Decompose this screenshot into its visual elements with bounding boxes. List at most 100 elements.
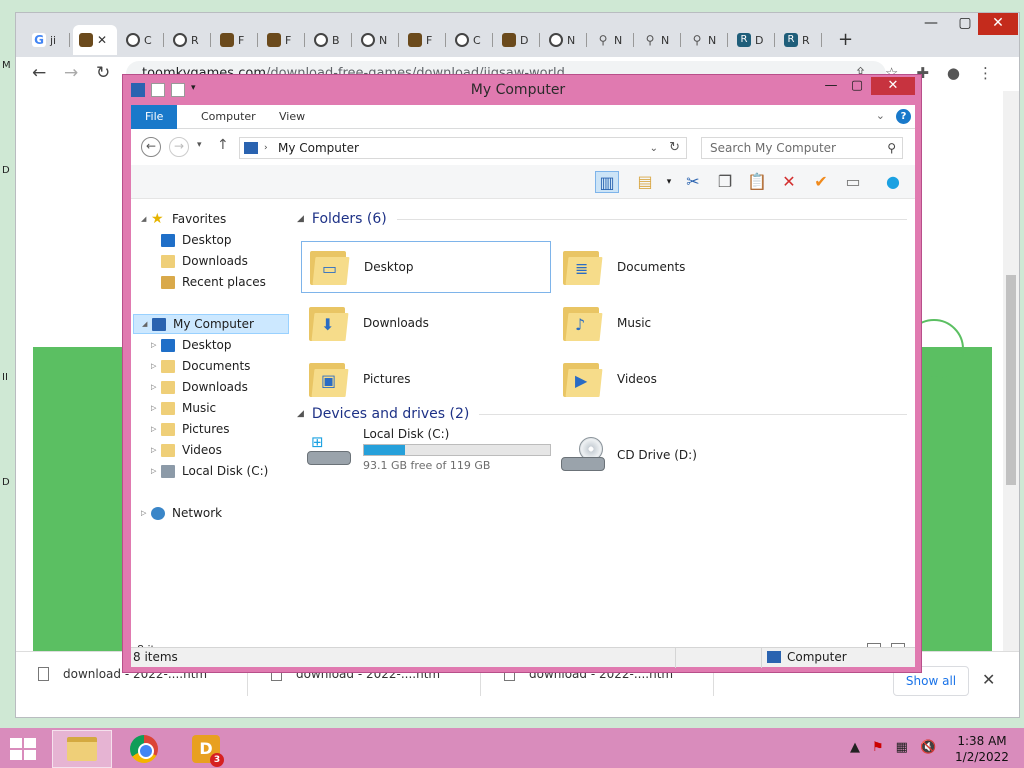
page-scrollbar[interactable] — [1003, 91, 1019, 651]
expand-triangle-icon[interactable]: ▷ — [151, 356, 161, 376]
expand-triangle-icon[interactable]: ▷ — [151, 419, 161, 439]
folder-tile[interactable]: ▭ Desktop — [301, 241, 551, 293]
profile-icon[interactable]: ● — [947, 64, 960, 82]
refresh-icon[interactable]: ↻ — [669, 138, 680, 158]
nav-computer-item[interactable]: ▷ Documents — [151, 356, 250, 376]
back-icon[interactable]: ← — [32, 63, 46, 83]
folder-tile[interactable]: ⬇ Downloads — [301, 297, 551, 349]
browser-tab[interactable]: B — [308, 25, 352, 55]
nav-computer-item[interactable]: ▷ Local Disk (C:) — [151, 461, 268, 481]
expand-triangle-icon[interactable]: ▷ — [151, 440, 161, 460]
expand-triangle-icon[interactable]: ▷ — [151, 335, 161, 355]
tab-file[interactable]: File — [131, 105, 178, 129]
recent-locations-icon[interactable]: ▾ — [197, 140, 202, 150]
delete-icon[interactable]: ✕ — [777, 171, 801, 193]
tab-computer[interactable]: Computer — [187, 105, 270, 129]
close-downloads-icon[interactable]: ✕ — [982, 670, 995, 689]
reload-icon[interactable]: ↻ — [96, 63, 110, 83]
nav-network[interactable]: ▷ Network — [141, 503, 222, 523]
chevron-down-icon[interactable]: ▾ — [657, 171, 681, 193]
nav-fav-item[interactable]: Desktop — [151, 230, 232, 250]
nav-fav-item[interactable]: Downloads — [151, 251, 248, 271]
network-icon[interactable]: ▦ — [896, 740, 908, 755]
browser-tab[interactable]: ✕ — [73, 25, 117, 55]
devices-group-header[interactable]: ◢ Devices and drives (2) — [297, 406, 907, 422]
taskbar-chrome[interactable] — [114, 730, 174, 768]
nav-fav-item[interactable]: Recent places — [151, 272, 266, 292]
browser-tab[interactable]: ⚲ N — [637, 25, 681, 55]
expand-ribbon-icon[interactable]: ⌄ — [876, 109, 885, 122]
taskbar-file-explorer[interactable] — [52, 730, 112, 768]
paste-icon[interactable]: 📋 — [745, 171, 769, 193]
taskbar-d-app[interactable]: D 3 — [176, 730, 236, 768]
browser-tab[interactable]: ⚲ N — [684, 25, 728, 55]
scrollbar-thumb[interactable] — [1006, 275, 1016, 485]
taskbar-clock[interactable]: 1:38 AM 1/2/2022 — [952, 733, 1012, 765]
back-button[interactable]: ← — [141, 137, 161, 157]
browser-tab[interactable]: Gji — [26, 25, 70, 55]
forward-icon[interactable]: → — [64, 63, 78, 83]
menu-icon[interactable]: ⋮ — [978, 64, 993, 82]
action-center-flag-icon[interactable]: ⚑ — [872, 740, 884, 755]
folder-tile[interactable]: ▣ Pictures — [301, 353, 551, 405]
browser-tab[interactable]: ⚲ N — [590, 25, 634, 55]
close-button[interactable]: ✕ — [871, 77, 915, 95]
browser-tab[interactable]: F — [402, 25, 446, 55]
expand-triangle-icon[interactable]: ◢ — [141, 209, 151, 229]
nav-computer-item[interactable]: ▷ Music — [151, 398, 216, 418]
expand-triangle-icon[interactable]: ▷ — [151, 461, 161, 481]
explorer-address-bar[interactable]: › My Computer ⌄ ↻ — [239, 137, 687, 159]
globe-icon[interactable]: ● — [881, 171, 905, 193]
expand-triangle-icon[interactable]: ◢ — [142, 314, 152, 334]
up-icon[interactable]: ↑ — [217, 137, 229, 153]
select-folder-icon[interactable]: ▤ — [633, 171, 657, 193]
checkmark-icon[interactable]: ✔ — [809, 171, 833, 193]
folder-tile[interactable]: ▶ Videos — [555, 353, 805, 405]
new-tab-button[interactable]: + — [838, 29, 853, 50]
folders-group-header[interactable]: ◢ Folders (6) — [297, 211, 907, 227]
folder-tile[interactable]: ≣ Documents — [555, 241, 805, 293]
nav-computer-item[interactable]: ▷ Desktop — [151, 335, 232, 355]
volume-muted-icon[interactable]: 🔇 — [920, 740, 936, 755]
browser-tab[interactable]: C — [120, 25, 164, 55]
nav-favorites[interactable]: ◢ ★ Favorites — [141, 209, 226, 229]
expand-triangle-icon[interactable]: ▷ — [141, 503, 151, 523]
chrome-minimize-button[interactable]: — — [914, 13, 948, 35]
chevron-up-icon[interactable]: ▲ — [850, 740, 860, 755]
folder-tile[interactable]: ♪ Music — [555, 297, 805, 349]
help-icon[interactable]: ? — [896, 109, 911, 124]
browser-tab[interactable]: RR — [778, 25, 822, 55]
chevron-down-icon[interactable]: ⌄ — [650, 139, 658, 159]
chrome-maximize-button[interactable]: ▢ — [948, 13, 982, 35]
browser-tab[interactable]: N — [355, 25, 399, 55]
close-tab-icon[interactable]: ✕ — [97, 33, 107, 47]
tab-view[interactable]: View — [265, 105, 319, 129]
browser-tab[interactable]: RD — [731, 25, 775, 55]
start-button[interactable] — [10, 738, 38, 760]
drive-tile-c[interactable]: ⊞ Local Disk (C:) 93.1 GB free of 119 GB — [301, 423, 551, 475]
collapse-triangle-icon[interactable]: ◢ — [297, 409, 304, 419]
explorer-titlebar[interactable]: ▾ My Computer — ▢ ✕ — [123, 75, 921, 105]
browser-tab[interactable]: F — [261, 25, 305, 55]
browser-tab[interactable]: R — [167, 25, 211, 55]
browser-tab[interactable]: D — [496, 25, 540, 55]
preview-pane-icon[interactable]: ▥ — [595, 171, 619, 193]
nav-my-computer[interactable]: ◢ My Computer — [133, 314, 289, 334]
cut-icon[interactable]: ✂ — [681, 171, 705, 193]
browser-tab[interactable]: C — [449, 25, 493, 55]
chrome-close-button[interactable]: ✕ — [978, 13, 1018, 35]
copy-icon[interactable]: ❐ — [713, 171, 737, 193]
expand-triangle-icon[interactable]: ▷ — [151, 377, 161, 397]
browser-tab[interactable]: F — [214, 25, 258, 55]
expand-triangle-icon[interactable]: ▷ — [151, 398, 161, 418]
nav-computer-item[interactable]: ▷ Pictures — [151, 419, 230, 439]
breadcrumb-arrow-icon[interactable]: › — [264, 138, 268, 158]
rename-icon[interactable]: ▭ — [841, 171, 865, 193]
minimize-button[interactable]: — — [817, 77, 845, 95]
drive-tile-d[interactable]: CD Drive (D:) — [555, 429, 805, 481]
maximize-button[interactable]: ▢ — [843, 77, 871, 95]
nav-computer-item[interactable]: ▷ Videos — [151, 440, 222, 460]
browser-tab[interactable]: N — [543, 25, 587, 55]
nav-computer-item[interactable]: ▷ Downloads — [151, 377, 248, 397]
search-input[interactable]: Search My Computer ⚲ — [701, 137, 903, 159]
